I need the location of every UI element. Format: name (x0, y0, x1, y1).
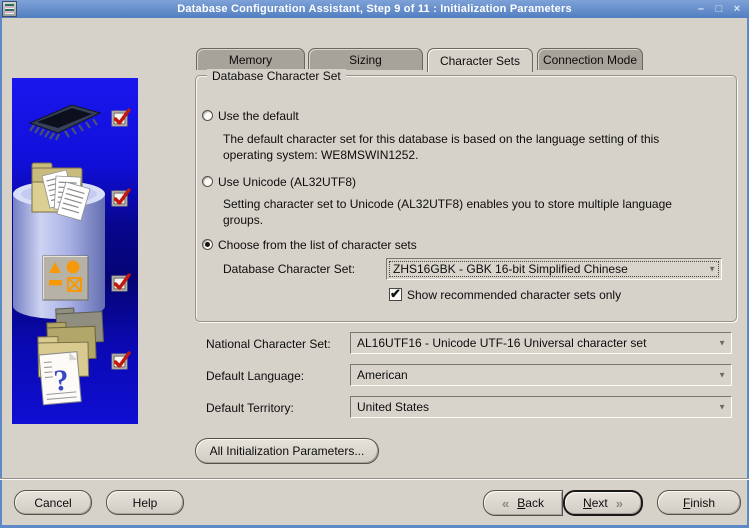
default-language-label: Default Language: (206, 369, 305, 383)
radio-use-unicode[interactable] (202, 176, 213, 187)
default-territory-label: Default Territory: (206, 401, 294, 415)
radio-use-unicode-label[interactable]: Use Unicode (AL32UTF8) (218, 175, 356, 189)
db-charset-label: Database Character Set: (223, 262, 356, 276)
use-default-description: The default character set for this datab… (223, 132, 660, 162)
chevron-left-icon: « (502, 495, 510, 511)
next-button[interactable]: Next » (563, 490, 643, 516)
recommended-checkbox[interactable]: ✔ (389, 286, 402, 301)
all-initialization-parameters-button[interactable]: All Initialization Parameters... (195, 438, 379, 464)
chevron-down-icon: ▼ (718, 370, 726, 380)
tab-character-sets[interactable]: Character Sets (427, 48, 533, 72)
radio-choose-from-list[interactable] (202, 239, 213, 250)
dbca-window: Database Configuration Assistant, Step 9… (0, 0, 749, 528)
step-complete-checkbox (110, 188, 131, 208)
schema-shapes-icon (42, 255, 89, 301)
default-language-select[interactable]: American ▼ (350, 364, 732, 386)
help-button[interactable]: Help (106, 490, 184, 515)
tab-connection-mode[interactable]: Connection Mode (537, 48, 643, 70)
chevron-down-icon: ▼ (718, 338, 726, 348)
step-complete-checkbox (110, 273, 131, 293)
close-icon[interactable]: × (729, 2, 745, 17)
app-icon (2, 1, 17, 17)
titlebar[interactable]: Database Configuration Assistant, Step 9… (0, 0, 749, 18)
back-button[interactable]: « Back (483, 490, 563, 516)
check-icon: ✔ (390, 286, 401, 301)
finish-button[interactable]: Finish (657, 490, 741, 515)
window-title: Database Configuration Assistant, Step 9… (177, 3, 572, 15)
chevron-right-icon: » (615, 495, 623, 511)
radio-use-default-label[interactable]: Use the default (218, 109, 299, 123)
minimize-icon[interactable]: – (693, 2, 709, 17)
use-unicode-description: Setting character set to Unicode (AL32UT… (223, 197, 672, 227)
chevron-down-icon: ▼ (708, 264, 716, 274)
folder-documents-icon (31, 162, 91, 222)
national-charset-select[interactable]: AL16UTF16 - Unicode UTF-16 Universal cha… (350, 332, 732, 354)
svg-text:?: ? (52, 364, 70, 398)
radio-use-default[interactable] (202, 110, 213, 121)
tab-memory[interactable]: Memory (196, 48, 305, 70)
chevron-down-icon: ▼ (718, 402, 726, 412)
national-charset-label: National Character Set: (206, 337, 331, 351)
db-charset-select[interactable]: ZHS16GBK - GBK 16-bit Simplified Chinese… (386, 258, 722, 280)
tab-sizing[interactable]: Sizing (308, 48, 423, 70)
radio-choose-from-list-label[interactable]: Choose from the list of character sets (218, 238, 417, 252)
maximize-icon[interactable]: □ (711, 2, 727, 17)
step-complete-checkbox (110, 108, 131, 128)
wizard-art: ? (12, 78, 138, 424)
default-territory-select[interactable]: United States ▼ (350, 396, 732, 418)
group-title: Database Character Set (207, 69, 346, 83)
cancel-button[interactable]: Cancel (14, 490, 92, 515)
footer-separator (0, 478, 749, 480)
step-complete-checkbox (110, 351, 131, 371)
recommended-checkbox-label[interactable]: Show recommended character sets only (407, 288, 621, 302)
